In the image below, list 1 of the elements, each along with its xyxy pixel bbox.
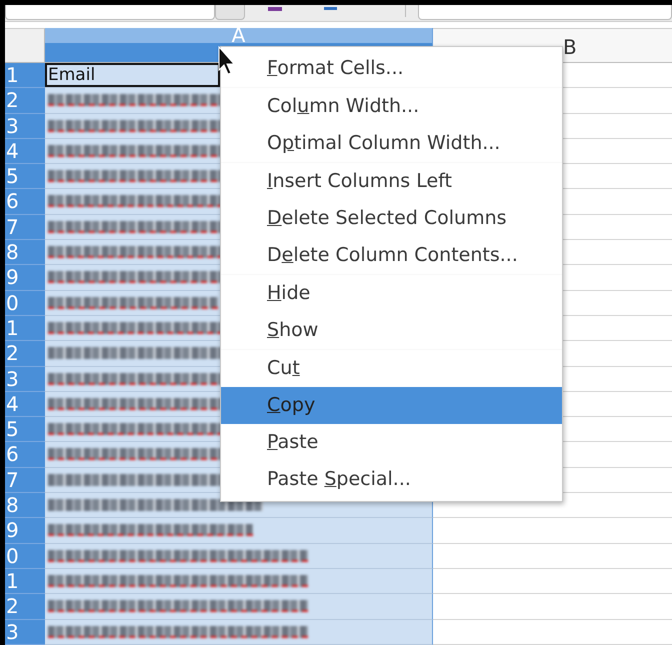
cell-text: Email xyxy=(48,64,96,86)
